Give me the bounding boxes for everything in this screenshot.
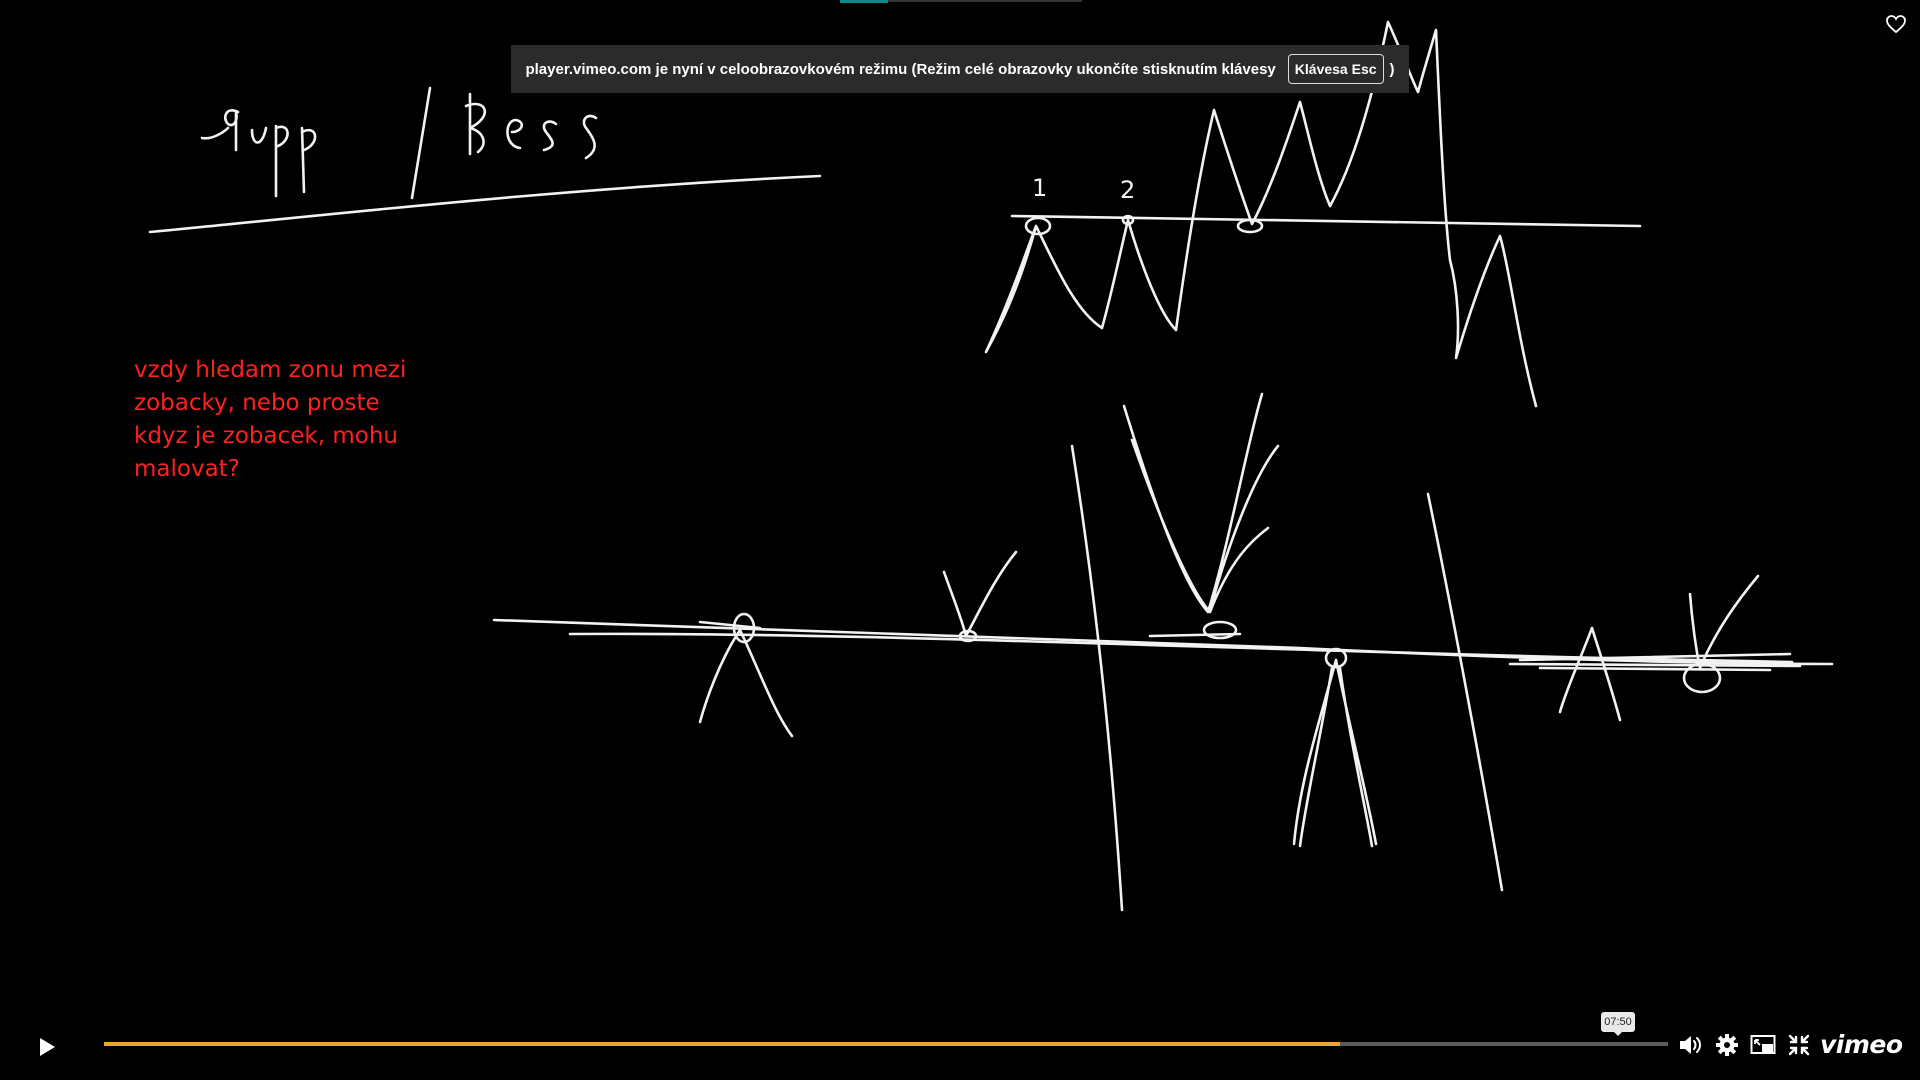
gear-icon bbox=[1716, 1034, 1738, 1056]
progress-bar[interactable] bbox=[104, 1042, 1668, 1046]
esc-key-badge: Klávesa Esc bbox=[1287, 54, 1384, 84]
red-note: vzdy hledam zonu mezi zobacky, nebo pros… bbox=[134, 357, 407, 482]
vimeo-logo[interactable]: vimeo bbox=[1820, 1030, 1903, 1059]
progress-played bbox=[104, 1042, 1340, 1046]
play-button[interactable] bbox=[30, 1030, 64, 1064]
handwritten-title bbox=[200, 86, 598, 200]
lower-price-sketch bbox=[492, 392, 1834, 912]
exit-fullscreen-button[interactable] bbox=[1784, 1030, 1814, 1060]
whiteboard-drawing: 1 2 bbox=[148, 20, 1834, 912]
player-controls: 07:50 vimeo bbox=[0, 1012, 1920, 1080]
fullscreen-notice-closing: ) bbox=[1389, 60, 1395, 78]
exit-fullscreen-icon bbox=[1788, 1034, 1810, 1056]
heart-icon[interactable] bbox=[1884, 12, 1908, 36]
video-stage[interactable]: 1 2 player.vimeo.com je nyní v celoobraz… bbox=[0, 0, 1920, 1080]
title-underline bbox=[148, 174, 822, 234]
level-label-1: 1 bbox=[1032, 174, 1047, 202]
play-icon bbox=[40, 1038, 55, 1056]
level-label-2: 2 bbox=[1120, 176, 1135, 204]
pip-button[interactable] bbox=[1748, 1030, 1778, 1060]
picture-in-picture-icon bbox=[1750, 1035, 1776, 1054]
settings-button[interactable] bbox=[1712, 1030, 1742, 1060]
volume-icon bbox=[1680, 1036, 1701, 1054]
fullscreen-notice: player.vimeo.com je nyní v celoobrazovko… bbox=[511, 45, 1409, 93]
time-tooltip: 07:50 bbox=[1601, 1012, 1635, 1036]
volume-button[interactable] bbox=[1676, 1030, 1706, 1060]
fullscreen-notice-text: player.vimeo.com je nyní v celoobrazovko… bbox=[525, 60, 1276, 78]
